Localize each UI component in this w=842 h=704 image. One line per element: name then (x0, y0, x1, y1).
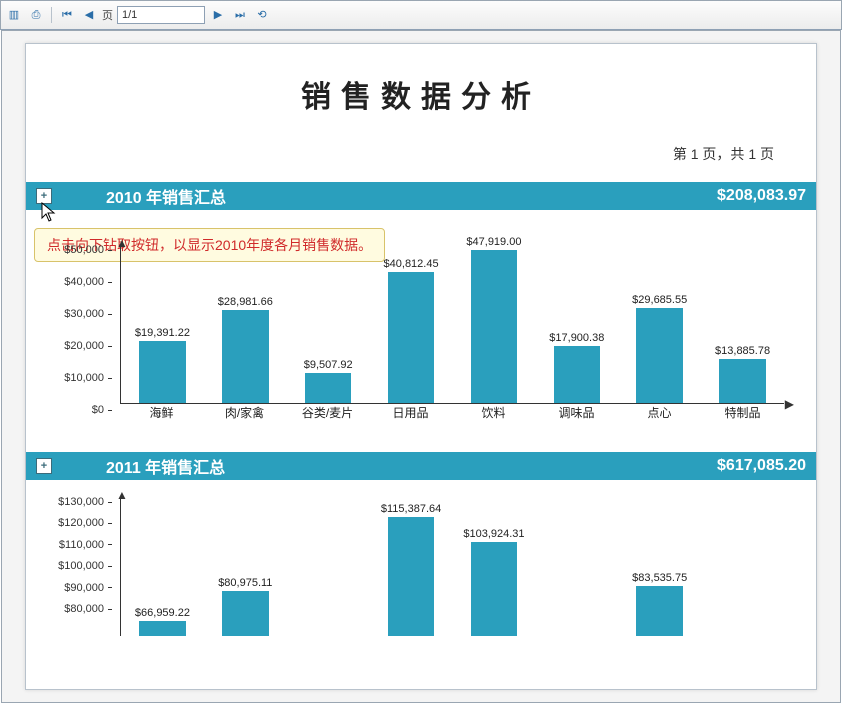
page-indicator: 第 1 页，共 1 页 (26, 144, 816, 164)
bar-value-label: $19,391.22 (135, 327, 190, 339)
bar (554, 346, 600, 403)
y-tick-label: $110,000 (59, 539, 112, 551)
page-label: 页 (102, 7, 113, 23)
bar (139, 341, 185, 403)
bar-slot: $115,387.64 (370, 503, 453, 636)
bar-value-label: $47,919.00 (466, 236, 521, 248)
bar (471, 250, 517, 403)
bar-value-label: $80,975.11 (218, 577, 272, 589)
bar-slot: $28,981.66 (204, 296, 287, 403)
report-viewer: ▥ ⎙ ⏮ ◀ 页 ▶ ⏭ ⟲ 销售数据分析 第 1 页，共 1 页 + 201… (0, 0, 842, 704)
section-2010: + 2010 年销售汇总 $208,083.97 点击向下钻取按钮，以显示201… (26, 182, 816, 430)
bar-value-label: $83,535.75 (632, 572, 687, 584)
y-tick-label: $100,000 (58, 560, 112, 572)
x-tick-label: 特制品 (701, 404, 784, 424)
section-2011: + 2011 年销售汇总 $617,085.20 ▲ $80,000$90,00… (26, 452, 816, 662)
next-page-icon[interactable]: ▶ (209, 6, 227, 24)
bar-slot: $17,900.38 (535, 332, 618, 403)
x-tick-label: 饮料 (452, 404, 535, 424)
bar-slot: $19,391.22 (121, 327, 204, 403)
bar-slot: $13,885.78 (701, 345, 784, 403)
x-tick-label: 日用品 (369, 404, 452, 424)
section-title: 2011 年销售汇总 (106, 454, 225, 478)
drill-down-button[interactable]: + (36, 458, 52, 474)
bar (388, 517, 434, 636)
bar-value-label: $66,959.22 (135, 607, 190, 619)
bar-slot: $9,507.92 (287, 359, 370, 403)
y-tick-label: $30,000 (64, 308, 112, 320)
section-title: 2010 年销售汇总 (106, 184, 226, 208)
x-tick-label: 调味品 (535, 404, 618, 424)
bar (222, 591, 268, 636)
x-tick-label: 肉/家禽 (203, 404, 286, 424)
y-tick-label: $130,000 (58, 496, 112, 508)
separator (51, 7, 52, 23)
section-total: $208,083.97 (717, 187, 806, 205)
bar (388, 272, 434, 403)
y-tick-label: $40,000 (64, 276, 112, 288)
bar-slot: $40,812.45 (370, 258, 453, 403)
toolbar: ▥ ⎙ ⏮ ◀ 页 ▶ ⏭ ⟲ (0, 0, 842, 30)
x-tick-label: 点心 (618, 404, 701, 424)
drill-down-button[interactable]: + (36, 188, 52, 204)
bar-slot: $29,685.55 (618, 294, 701, 403)
bar-value-label: $115,387.64 (381, 503, 441, 515)
refresh-icon[interactable]: ⟲ (253, 6, 271, 24)
section-header-2010: + 2010 年销售汇总 $208,083.97 (26, 182, 816, 210)
bar (305, 373, 351, 403)
prev-page-icon[interactable]: ◀ (80, 6, 98, 24)
bar-value-label: $17,900.38 (549, 332, 604, 344)
bar (471, 542, 517, 636)
bar-slot: $103,924.31 (453, 528, 536, 636)
bar (719, 359, 765, 403)
bar-value-label: $28,981.66 (218, 296, 273, 308)
y-tick-label: $10,000 (64, 372, 112, 384)
x-tick-label: 谷类/麦片 (286, 404, 369, 424)
print-icon[interactable]: ⎙ (27, 6, 45, 24)
bar-value-label: $40,812.45 (384, 258, 439, 270)
axis-arrow-right-icon: ▶ (785, 397, 794, 411)
bar-value-label: $29,685.55 (632, 294, 687, 306)
bar-value-label: $9,507.92 (304, 359, 353, 371)
y-tick-label: $20,000 (64, 340, 112, 352)
bar (636, 308, 682, 403)
report-title: 销售数据分析 (26, 72, 816, 116)
bar-slot: $66,959.22 (121, 607, 204, 636)
bar-slot: $80,975.11 (204, 577, 287, 636)
bar (636, 586, 682, 636)
x-tick-label: 海鲜 (120, 404, 203, 424)
chart-2011: ▲ $80,000$90,000$100,000$110,000$120,000… (26, 480, 816, 662)
report-sheet: 销售数据分析 第 1 页，共 1 页 + 2010 年销售汇总 $208,083… (25, 43, 817, 690)
bar-value-label: $103,924.31 (463, 528, 524, 540)
y-tick-label: $80,000 (64, 603, 112, 615)
page-area[interactable]: 销售数据分析 第 1 页，共 1 页 + 2010 年销售汇总 $208,083… (1, 30, 841, 703)
y-tick-label: $50,000 (64, 244, 112, 256)
section-header-2011: + 2011 年销售汇总 $617,085.20 (26, 452, 816, 480)
bar-slot: $83,535.75 (618, 572, 701, 636)
toggle-panel-icon[interactable]: ▥ (5, 6, 23, 24)
last-page-icon[interactable]: ⏭ (231, 6, 249, 24)
bar-slot: $47,919.00 (453, 236, 536, 403)
page-input[interactable] (117, 6, 205, 24)
section-total: $617,085.20 (717, 457, 806, 475)
bar-value-label: $13,885.78 (715, 345, 770, 357)
bar (139, 621, 185, 636)
y-tick-label: $0 (92, 404, 112, 416)
first-page-icon[interactable]: ⏮ (58, 6, 76, 24)
bar (222, 310, 268, 403)
y-tick-label: $90,000 (64, 582, 112, 594)
y-tick-label: $120,000 (58, 517, 112, 529)
